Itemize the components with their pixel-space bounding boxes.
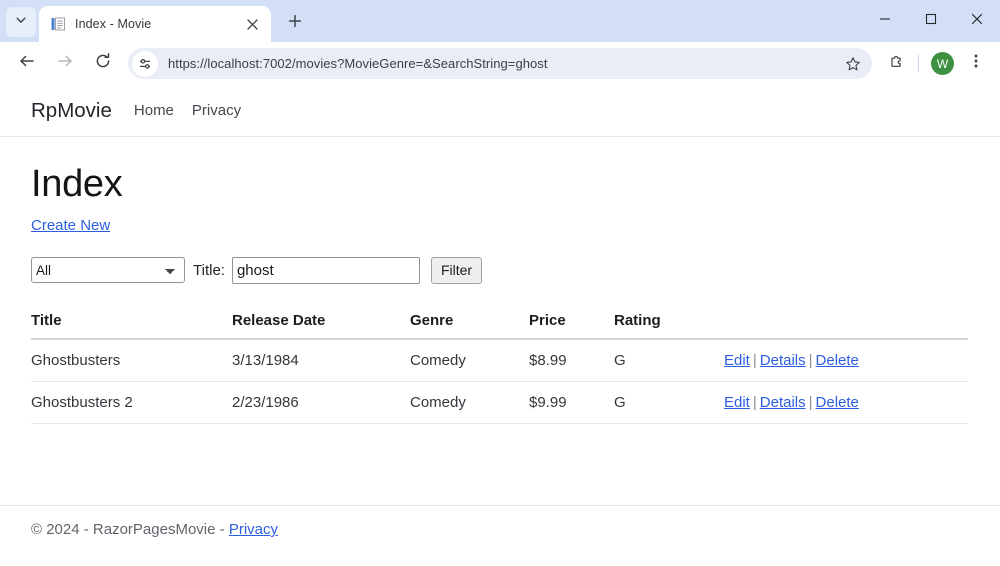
new-tab-button[interactable] (280, 8, 310, 38)
create-new-wrap: Create New (31, 217, 969, 235)
browser-toolbar: https://localhost:7002/movies?MovieGenre… (0, 42, 1000, 85)
cell-price: $8.99 (529, 338, 614, 382)
puzzle-piece-icon (889, 53, 906, 75)
footer-copyright: © 2024 - RazorPagesMovie - (31, 521, 229, 538)
main-content: Index Create New All Title: Filter Title… (0, 137, 1000, 505)
tab-title: Index - Movie (75, 17, 152, 31)
address-bar[interactable]: https://localhost:7002/movies?MovieGenre… (128, 48, 872, 79)
cell-price: $9.99 (529, 381, 614, 424)
tab-strip: Index - Movie (0, 0, 1000, 42)
star-icon[interactable] (840, 51, 866, 77)
delete-link[interactable]: Delete (816, 394, 859, 411)
nav-link-privacy[interactable]: Privacy (192, 102, 241, 119)
cell-genre: Comedy (410, 338, 529, 382)
browser-tab[interactable]: Index - Movie (39, 6, 271, 42)
brand-link[interactable]: RpMovie (31, 99, 112, 123)
site-navbar: RpMovie Home Privacy (0, 85, 1000, 137)
forward-button[interactable] (50, 49, 80, 79)
toolbar-divider (918, 55, 919, 72)
cell-release-date: 3/13/1984 (232, 338, 410, 382)
arrow-left-icon (18, 52, 36, 75)
reload-icon (94, 52, 112, 75)
column-header-actions (724, 305, 968, 340)
tune-icon[interactable] (132, 50, 158, 77)
table-head: Title Release Date Genre Price Rating (31, 305, 968, 340)
column-header-genre: Genre (410, 305, 529, 340)
plus-icon (288, 14, 302, 33)
delete-link[interactable]: Delete (816, 352, 859, 369)
movies-table: Title Release Date Genre Price Rating Gh… (31, 305, 968, 424)
reload-button[interactable] (88, 49, 118, 79)
cell-title: Ghostbusters (31, 338, 232, 382)
search-input[interactable] (231, 256, 420, 284)
create-new-link[interactable]: Create New (31, 217, 110, 234)
details-link[interactable]: Details (760, 352, 806, 369)
page-title: Index (31, 163, 123, 205)
genre-select[interactable]: All (31, 257, 185, 284)
back-button[interactable] (12, 49, 42, 79)
cell-rating: G (614, 338, 724, 382)
minimize-icon (879, 12, 891, 30)
browser-window: Index - Movie https://localhost:7002/mov… (0, 0, 1000, 566)
site-footer: © 2024 - RazorPagesMovie - Privacy (0, 505, 1000, 566)
details-link[interactable]: Details (760, 394, 806, 411)
edit-link[interactable]: Edit (724, 352, 750, 369)
page-viewport: RpMovie Home Privacy Index Create New Al… (0, 85, 1000, 566)
filter-form: All Title: Filter (31, 256, 969, 284)
maximize-button[interactable] (908, 0, 954, 42)
chevron-down-icon (15, 13, 27, 31)
avatar[interactable]: W (931, 52, 954, 75)
cell-rating: G (614, 381, 724, 424)
action-separator: | (808, 393, 813, 411)
footer-privacy-link[interactable]: Privacy (229, 521, 278, 538)
title-label: Title: (193, 261, 225, 279)
url-text: https://localhost:7002/movies?MovieGenre… (168, 56, 548, 71)
action-separator: | (808, 351, 813, 369)
browser-menu-button[interactable] (962, 50, 990, 78)
action-separator: | (752, 351, 757, 369)
column-header-title: Title (31, 305, 232, 340)
cell-actions: Edit | Details | Delete (724, 338, 968, 382)
table-row: Ghostbusters 3/13/1984 Comedy $8.99 G Ed… (31, 338, 968, 382)
cell-actions: Edit | Details | Delete (724, 381, 968, 424)
cell-release-date: 2/23/1986 (232, 381, 410, 424)
column-header-release-date: Release Date (232, 305, 410, 340)
close-icon (971, 12, 983, 30)
table-body: Ghostbusters 3/13/1984 Comedy $8.99 G Ed… (31, 338, 968, 424)
column-header-rating: Rating (614, 305, 724, 340)
nav-link-home[interactable]: Home (134, 102, 174, 119)
edit-link[interactable]: Edit (724, 394, 750, 411)
close-icon[interactable] (242, 14, 262, 34)
cell-genre: Comedy (410, 381, 529, 424)
cell-title: Ghostbusters 2 (31, 381, 232, 424)
minimize-button[interactable] (862, 0, 908, 42)
table-header-row: Title Release Date Genre Price Rating (31, 305, 968, 340)
close-button[interactable] (954, 0, 1000, 42)
table-row: Ghostbusters 2 2/23/1986 Comedy $9.99 G … (31, 381, 968, 424)
filter-button[interactable]: Filter (430, 256, 483, 284)
tab-search-button[interactable] (6, 7, 36, 37)
document-icon (50, 16, 66, 32)
three-dots-vertical-icon (968, 53, 984, 74)
arrow-right-icon (56, 52, 74, 75)
maximize-icon (925, 12, 937, 30)
window-controls (862, 0, 1000, 42)
action-separator: | (752, 393, 757, 411)
extensions-button[interactable] (883, 50, 911, 78)
column-header-price: Price (529, 305, 614, 340)
